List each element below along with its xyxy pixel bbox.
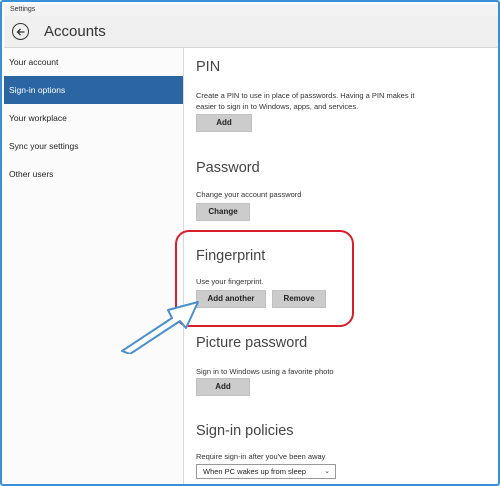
window-title: Settings	[4, 4, 498, 16]
sign-in-policies-heading: Sign-in policies	[196, 423, 294, 439]
back-arrow-icon	[16, 28, 24, 35]
sidebar-item-your-account[interactable]: Your account	[4, 48, 183, 76]
chevron-down-icon: ⌄	[324, 468, 330, 475]
picture-password-heading: Picture password	[196, 335, 308, 351]
dropdown-value: When PC wakes up from sleep	[203, 467, 306, 476]
back-button[interactable]	[12, 23, 29, 40]
pin-add-button[interactable]: Add	[196, 114, 252, 132]
password-heading: Password	[196, 160, 260, 176]
sidebar-item-your-workplace[interactable]: Your workplace	[4, 104, 183, 132]
picture-password-description: Sign in to Windows using a favorite phot…	[196, 367, 334, 376]
pin-heading: PIN	[196, 59, 221, 75]
page-title: Accounts	[44, 23, 106, 40]
password-description: Change your account password	[196, 190, 302, 199]
pointer-arrow-icon	[121, 301, 199, 354]
settings-window: Settings Accounts Your account Sign-in o…	[0, 0, 500, 486]
password-change-button[interactable]: Change	[196, 203, 250, 221]
sidebar-item-other-users[interactable]: Other users	[4, 160, 183, 188]
sidebar: Your account Sign-in options Your workpl…	[4, 48, 184, 484]
sign-in-required-dropdown[interactable]: When PC wakes up from sleep ⌄	[196, 464, 336, 479]
pin-description: Create a PIN to use in place of password…	[196, 91, 415, 111]
picture-password-add-button[interactable]: Add	[196, 378, 250, 396]
header-bar: Accounts	[4, 16, 498, 48]
sidebar-item-sign-in-options[interactable]: Sign-in options	[4, 76, 183, 104]
sidebar-item-sync-your-settings[interactable]: Sync your settings	[4, 132, 183, 160]
sign-in-policies-description: Require sign-in after you've been away	[196, 452, 326, 461]
